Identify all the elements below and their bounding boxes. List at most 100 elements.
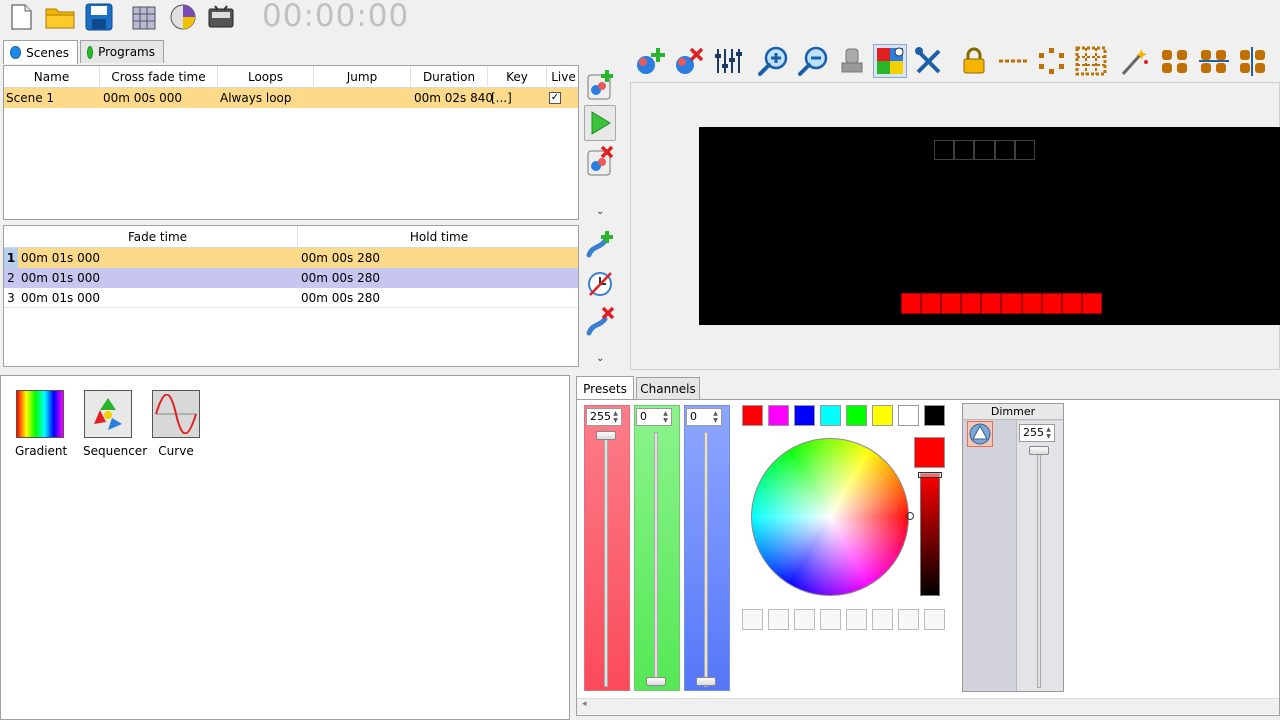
circle-layout-icon[interactable] <box>1035 44 1069 78</box>
chevron-down-icon[interactable]: ⌄ <box>596 353 604 364</box>
remove-scene-button[interactable] <box>584 143 616 179</box>
table-row[interactable]: 2 00m 01s 000 00m 00s 280 <box>4 268 578 288</box>
swatch-cyan[interactable] <box>820 405 841 426</box>
dimmer-fixture-icon[interactable] <box>967 421 993 447</box>
scenes-table[interactable]: Name Cross fade time Loops Jump Duration… <box>3 65 579 220</box>
custom-swatch[interactable] <box>846 609 867 630</box>
col-crossfade[interactable]: Cross fade time <box>100 66 218 88</box>
zoom-out-icon[interactable] <box>796 44 830 78</box>
col-key[interactable]: Key <box>488 66 547 88</box>
tab-programs[interactable]: Programs <box>80 40 164 63</box>
custom-swatch[interactable] <box>742 609 763 630</box>
blue-slider-track[interactable] <box>704 432 708 687</box>
spin-arrows-icon[interactable]: ▲ ▼ <box>611 410 620 424</box>
fixture-row-bottom[interactable] <box>901 293 1102 314</box>
align-fixtures-1-icon[interactable] <box>1158 44 1192 78</box>
zoom-in-icon[interactable] <box>756 44 790 78</box>
col-name[interactable]: Name <box>4 66 100 88</box>
play-scene-button[interactable] <box>584 105 616 141</box>
spin-arrows-icon[interactable]: ▲ ▼ <box>1044 426 1053 440</box>
matrix-layout-icon[interactable] <box>1074 44 1108 78</box>
open-folder-icon[interactable] <box>45 2 75 32</box>
align-fixtures-2-icon[interactable] <box>1197 44 1231 78</box>
tab-channels[interactable]: Channels <box>636 377 700 400</box>
add-fixture-icon[interactable] <box>633 44 667 78</box>
custom-swatch[interactable] <box>898 609 919 630</box>
custom-swatch[interactable] <box>794 609 815 630</box>
dimmer-slider-thumb[interactable] <box>1029 446 1049 455</box>
effect-sequencer[interactable]: Sequencer <box>83 390 147 458</box>
lock-icon[interactable] <box>957 44 991 78</box>
scene-crossfade: 00m 00s 000 <box>103 91 183 105</box>
swatch-magenta[interactable] <box>768 405 789 426</box>
swatch-red[interactable] <box>742 405 763 426</box>
chevron-down-icon[interactable]: ⌄ <box>596 206 604 217</box>
step-number: 1 <box>4 248 18 268</box>
red-slider-thumb[interactable] <box>596 431 616 440</box>
new-file-icon[interactable] <box>6 2 36 32</box>
tools-icon[interactable] <box>912 44 946 78</box>
red-value-input[interactable]: 255 ▲ ▼ <box>586 408 622 426</box>
col-loops[interactable]: Loops <box>218 66 314 88</box>
scene-live-checkbox[interactable]: ✓ <box>549 92 561 104</box>
horizontal-scrollbar[interactable] <box>577 698 1279 714</box>
fixture-head-icon[interactable] <box>835 44 869 78</box>
effect-curve[interactable]: Curve <box>151 390 201 458</box>
tab-presets-label: Presets <box>583 381 627 396</box>
green-slider-thumb[interactable] <box>646 677 666 686</box>
table-row[interactable]: Scene 1 00m 00s 000 Always loop 00m 02s … <box>4 88 578 108</box>
align-fixtures-3-icon[interactable] <box>1236 44 1270 78</box>
magic-wand-icon[interactable] <box>1118 44 1152 78</box>
steps-table[interactable]: Fade time Hold time 1 00m 01s 000 00m 00… <box>3 225 579 367</box>
green-slider-track[interactable] <box>654 432 658 687</box>
table-row[interactable]: 3 00m 01s 000 00m 00s 280 <box>4 288 578 308</box>
color-palette-icon[interactable] <box>168 2 198 32</box>
fixture-row-top[interactable] <box>934 140 1036 160</box>
col-hold-time[interactable]: Hold time <box>298 226 578 248</box>
scroll-left-icon[interactable]: ◂ <box>582 699 587 709</box>
swatch-black[interactable] <box>924 405 945 426</box>
save-icon[interactable] <box>84 2 114 32</box>
col-duration[interactable]: Duration <box>411 66 488 88</box>
swatch-white[interactable] <box>898 405 919 426</box>
color-wheel-cursor[interactable] <box>906 512 914 520</box>
remove-step-button[interactable] <box>584 303 616 339</box>
col-jump[interactable]: Jump <box>314 66 411 88</box>
green-value: 0 <box>640 410 647 423</box>
blue-slider-thumb[interactable] <box>696 677 716 686</box>
effect-gradient[interactable]: Gradient <box>15 390 67 458</box>
effect-curve-label: Curve <box>158 444 194 458</box>
table-row[interactable]: 1 00m 01s 000 00m 00s 280 <box>4 248 578 268</box>
scene-key[interactable]: [...] <box>491 88 512 108</box>
fixture-grid-icon[interactable] <box>129 2 159 32</box>
line-layout-icon[interactable] <box>996 44 1030 78</box>
tab-presets[interactable]: Presets <box>576 376 634 400</box>
custom-swatch[interactable] <box>768 609 789 630</box>
color-grid-icon[interactable] <box>873 44 907 78</box>
swatch-green[interactable] <box>846 405 867 426</box>
col-live[interactable]: Live <box>547 66 578 88</box>
col-fade-time[interactable]: Fade time <box>18 226 298 248</box>
dmx-settings-icon[interactable] <box>206 2 236 32</box>
spin-arrows-icon[interactable]: ▲ ▼ <box>661 410 670 424</box>
custom-swatch[interactable] <box>924 609 945 630</box>
add-step-button[interactable] <box>584 227 616 263</box>
add-scene-button[interactable] <box>584 67 616 103</box>
brightness-thumb[interactable] <box>918 472 942 478</box>
spin-arrows-icon[interactable]: ▲ ▼ <box>711 410 720 424</box>
brightness-slider[interactable] <box>920 473 940 596</box>
red-slider-track[interactable] <box>604 432 608 687</box>
step-timing-button[interactable] <box>584 265 616 301</box>
green-value-input[interactable]: 0 ▲ ▼ <box>636 408 672 426</box>
sliders-icon[interactable] <box>711 44 745 78</box>
dimmer-value-input[interactable]: 255 ▲ ▼ <box>1019 424 1055 442</box>
swatch-yellow[interactable] <box>872 405 893 426</box>
dimmer-slider-track[interactable] <box>1037 448 1041 688</box>
tab-scenes[interactable]: Scenes <box>3 40 78 64</box>
custom-swatch[interactable] <box>820 609 841 630</box>
step-fade: 00m 01s 000 <box>21 291 101 305</box>
blue-value-input[interactable]: 0 ▲ ▼ <box>686 408 722 426</box>
swatch-blue[interactable] <box>794 405 815 426</box>
remove-fixture-icon[interactable] <box>672 44 706 78</box>
custom-swatch[interactable] <box>872 609 893 630</box>
